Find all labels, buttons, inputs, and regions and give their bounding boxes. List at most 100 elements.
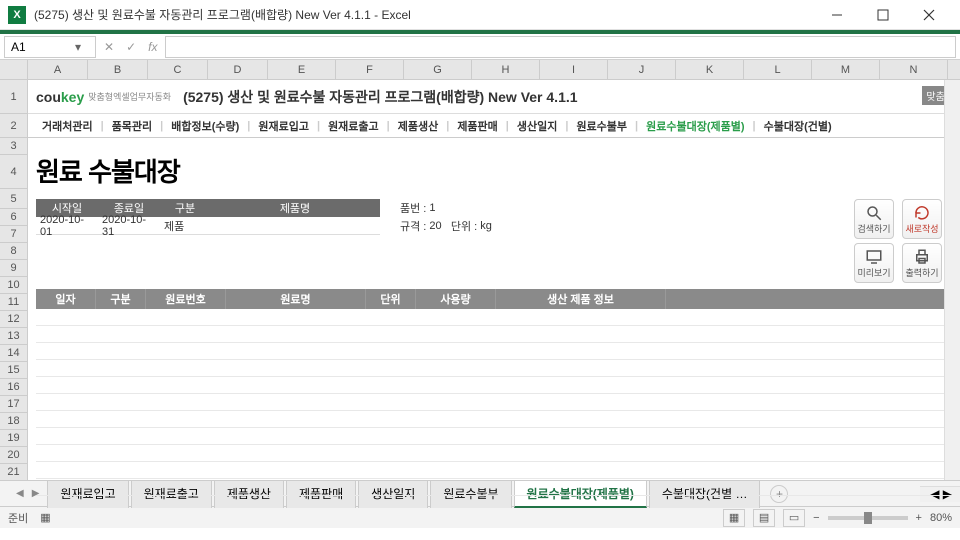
filter-value-1[interactable]: 2020-10-31 [98, 217, 160, 234]
nav-item-9[interactable]: 원료수불대장(제품별) [638, 118, 752, 134]
col-header-C[interactable]: C [148, 60, 208, 79]
row-header-15[interactable]: 15 [0, 362, 27, 379]
fx-icon[interactable]: fx [148, 40, 157, 54]
col-header-K[interactable]: K [676, 60, 744, 79]
view-page-button[interactable]: ▤ [753, 509, 775, 527]
data-col-0: 일자 [36, 289, 96, 309]
maximize-button[interactable] [860, 0, 906, 30]
row-header-4[interactable]: 4 [0, 155, 27, 189]
nav-item-0[interactable]: 거래처관리 [34, 118, 101, 134]
data-col-1: 구분 [96, 289, 146, 309]
col-header-F[interactable]: F [336, 60, 404, 79]
meta-prod-no-value: 1 [429, 202, 435, 214]
col-header-G[interactable]: G [404, 60, 472, 79]
vertical-scrollbar[interactable] [944, 80, 960, 480]
row-header-9[interactable]: 9 [0, 260, 27, 277]
view-break-button[interactable]: ▭ [783, 509, 805, 527]
meta-spec-value: 20 [429, 220, 441, 232]
table-row[interactable] [36, 377, 952, 394]
data-col-3: 원료명 [226, 289, 366, 309]
nav-item-2[interactable]: 배합정보(수량) [163, 118, 247, 134]
row-header-16[interactable]: 16 [0, 379, 27, 396]
row-header-20[interactable]: 20 [0, 447, 27, 464]
print-button[interactable]: 출력하기 [902, 243, 942, 283]
row-header-6[interactable]: 6 [0, 209, 27, 226]
close-button[interactable] [906, 0, 952, 30]
table-row[interactable] [36, 309, 952, 326]
col-header-A[interactable]: A [28, 60, 88, 79]
table-row[interactable] [36, 411, 952, 428]
table-row[interactable] [36, 326, 952, 343]
filter-value-2[interactable]: 제품 [160, 217, 210, 234]
tab-nav-prev[interactable]: ◀ [16, 488, 24, 499]
col-header-I[interactable]: I [540, 60, 608, 79]
refresh-icon [913, 204, 931, 222]
row-header-17[interactable]: 17 [0, 396, 27, 413]
row-header-14[interactable]: 14 [0, 345, 27, 362]
chevron-down-icon[interactable]: ▾ [75, 40, 89, 54]
table-row[interactable] [36, 343, 952, 360]
nav-item-3[interactable]: 원재료입고 [250, 118, 317, 134]
col-header-H[interactable]: H [472, 60, 540, 79]
name-box[interactable]: A1 ▾ [4, 36, 96, 58]
table-row[interactable] [36, 394, 952, 411]
row-header-18[interactable]: 18 [0, 413, 27, 430]
row-header-5[interactable]: 5 [0, 189, 27, 209]
search-button[interactable]: 검색하기 [854, 199, 894, 239]
table-row[interactable] [36, 462, 952, 479]
nav-item-4[interactable]: 원재료출고 [320, 118, 387, 134]
preview-button[interactable]: 미리보기 [854, 243, 894, 283]
new-button[interactable]: 새로작성 [902, 199, 942, 239]
row-header-2[interactable]: 2 [0, 114, 27, 138]
table-row[interactable] [36, 445, 952, 462]
meta-prod-no-label: 품번 : [400, 200, 426, 216]
cancel-icon[interactable]: ✕ [104, 40, 114, 54]
col-header-J[interactable]: J [608, 60, 676, 79]
zoom-in-button[interactable]: + [916, 512, 922, 524]
row-header-13[interactable]: 13 [0, 328, 27, 345]
formula-input[interactable] [165, 36, 956, 58]
status-ready: 준비 [8, 510, 28, 526]
row-header-11[interactable]: 11 [0, 294, 27, 311]
nav-item-8[interactable]: 원료수불부 [568, 118, 635, 134]
row-header-12[interactable]: 12 [0, 311, 27, 328]
row-header-3[interactable]: 3 [0, 138, 27, 155]
col-header-M[interactable]: M [812, 60, 880, 79]
col-header-L[interactable]: L [744, 60, 812, 79]
view-normal-button[interactable]: ▦ [723, 509, 745, 527]
filter-header-3: 제품명 [210, 199, 380, 217]
cell-reference: A1 [11, 40, 26, 54]
table-row[interactable] [36, 428, 952, 445]
row-header-10[interactable]: 10 [0, 277, 27, 294]
col-header-B[interactable]: B [88, 60, 148, 79]
minimize-button[interactable] [814, 0, 860, 30]
row-header-19[interactable]: 19 [0, 430, 27, 447]
zoom-level[interactable]: 80% [930, 512, 952, 524]
nav-item-1[interactable]: 품목관리 [104, 118, 160, 134]
row-header-21[interactable]: 21 [0, 464, 27, 481]
app-title: (5275) 생산 및 원료수불 자동관리 프로그램(배합량) New Ver … [183, 87, 577, 107]
col-header-D[interactable]: D [208, 60, 268, 79]
zoom-slider[interactable] [828, 516, 908, 520]
macro-icon[interactable]: ▦ [40, 511, 50, 524]
table-row[interactable] [36, 360, 952, 377]
col-header-N[interactable]: N [880, 60, 948, 79]
confirm-icon[interactable]: ✓ [126, 40, 136, 54]
zoom-out-button[interactable]: − [813, 512, 819, 524]
filter-value-0[interactable]: 2020-10-01 [36, 217, 98, 234]
table-row[interactable] [36, 479, 952, 496]
col-header-E[interactable]: E [268, 60, 336, 79]
nav-item-7[interactable]: 생산일지 [509, 118, 565, 134]
nav-item-10[interactable]: 수불대장(건별) [756, 118, 840, 134]
logo-subtitle: 맞춤형엑셀업무자동화 [88, 90, 171, 103]
row-header-7[interactable]: 7 [0, 226, 27, 243]
nav-item-6[interactable]: 제품판매 [449, 118, 505, 134]
coukey-logo: coukey [36, 89, 84, 105]
filter-value-3[interactable] [210, 217, 380, 234]
nav-item-5[interactable]: 제품생산 [390, 118, 446, 134]
meta-spec-label: 규격 : [400, 218, 426, 234]
row-header-8[interactable]: 8 [0, 243, 27, 260]
row-header-1[interactable]: 1 [0, 80, 27, 114]
window-title: (5275) 생산 및 원료수불 자동관리 프로그램(배합량) New Ver … [34, 6, 814, 23]
select-all-corner[interactable] [0, 60, 28, 79]
